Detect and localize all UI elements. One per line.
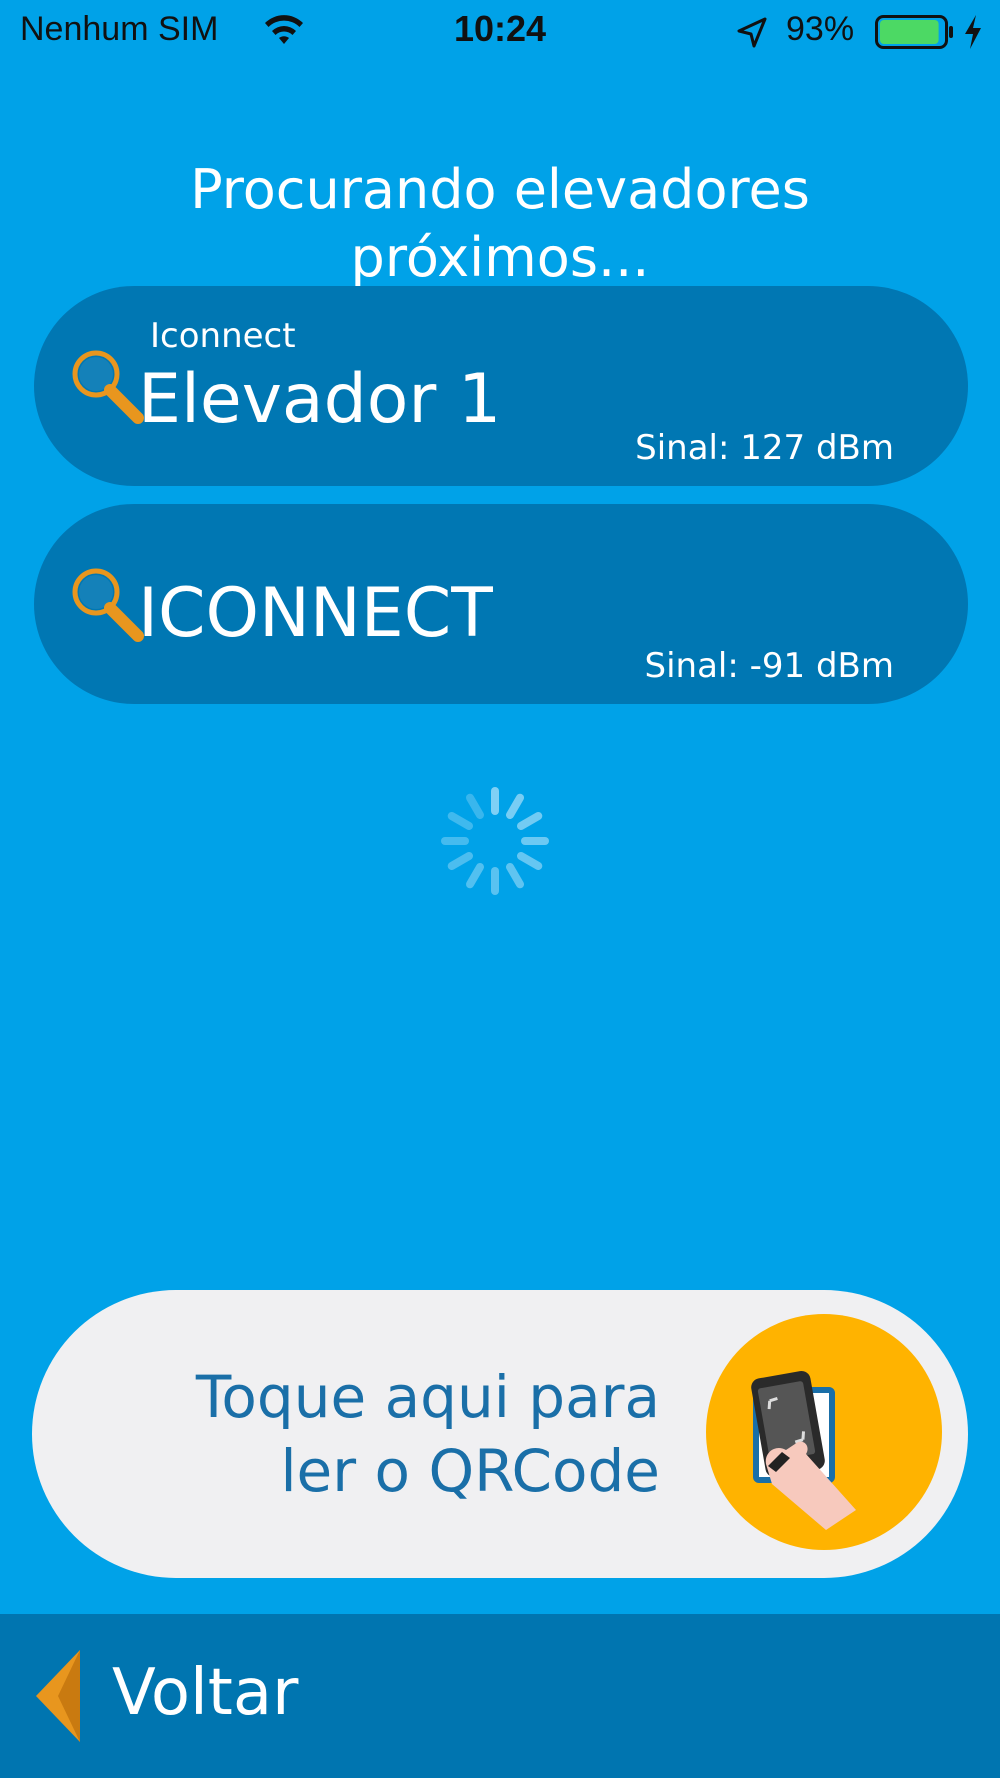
device-name: ICONNECT [138, 574, 493, 653]
bottom-bar: Voltar [0, 1614, 1000, 1778]
read-qrcode-button[interactable]: Toque aqui para ler o QRCode [32, 1290, 968, 1578]
back-button[interactable]: Voltar [0, 1614, 340, 1778]
page-title-line1: Procurando elevadores [190, 158, 810, 221]
page-title-line2: próximos... [350, 226, 650, 289]
device-signal: Sinal: -91 dBm [644, 646, 895, 686]
device-signal: Sinal: 127 dBm [635, 428, 894, 468]
charging-bolt-icon [965, 15, 981, 49]
status-bar: Nenhum SIM 10:24 93% [0, 0, 1000, 64]
battery-icon [875, 15, 953, 49]
search-icon [72, 568, 144, 642]
device-name: Elevador 1 [138, 360, 502, 439]
phone-qrcode-scan-icon [706, 1314, 942, 1550]
device-card-iconnect[interactable]: ICONNECT Sinal: -91 dBm [34, 504, 968, 704]
back-arrow-icon [36, 1650, 80, 1742]
device-card-elevador-1[interactable]: Iconnect Elevador 1 Sinal: 127 dBm [34, 286, 968, 486]
qrcode-button-label: Toque aqui para ler o QRCode [195, 1363, 660, 1505]
back-label: Voltar [112, 1656, 299, 1730]
loading-spinner-icon [441, 787, 549, 895]
search-icon [72, 350, 144, 424]
battery-percent: 93% [786, 10, 855, 48]
location-arrow-icon [737, 17, 767, 48]
page-title: Procurando elevadores próximos... [0, 156, 1000, 292]
device-subtitle: Iconnect [150, 316, 296, 356]
